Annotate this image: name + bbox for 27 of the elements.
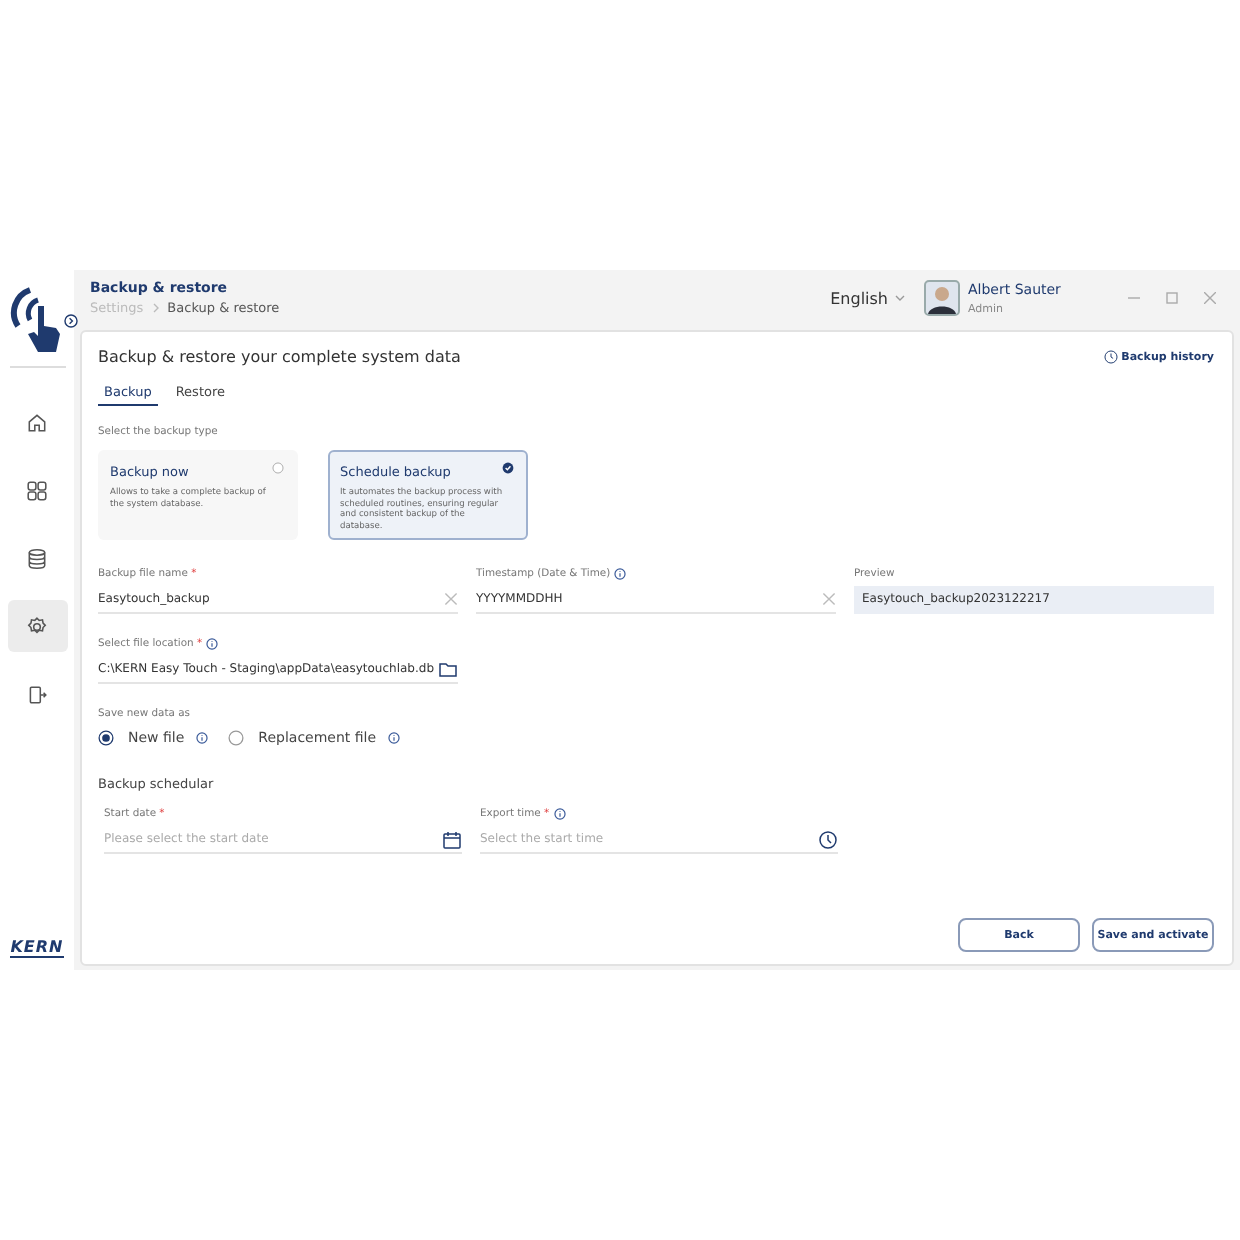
grid-icon xyxy=(26,479,48,501)
radio-icon xyxy=(272,462,284,474)
language-select[interactable]: English xyxy=(830,289,906,307)
avatar-icon xyxy=(924,280,960,316)
caret-icon xyxy=(894,294,906,302)
expand-icon[interactable] xyxy=(64,314,78,328)
check-circle-icon xyxy=(502,462,514,474)
chevron-icon xyxy=(151,302,160,314)
home-icon xyxy=(26,411,48,433)
clock-icon[interactable] xyxy=(818,829,838,849)
logout-icon xyxy=(26,683,48,705)
radio-icon[interactable] xyxy=(98,730,114,746)
clock-icon xyxy=(1103,350,1118,364)
database-icon xyxy=(26,547,48,569)
info-icon[interactable] xyxy=(388,732,401,744)
folder-icon[interactable] xyxy=(438,660,458,678)
calendar-icon[interactable] xyxy=(442,829,462,849)
card-title: Backup & restore your complete system data xyxy=(98,348,461,366)
hand-logo-icon xyxy=(9,282,65,354)
info-icon[interactable] xyxy=(196,732,209,744)
info-icon[interactable] xyxy=(614,568,627,580)
info-icon[interactable] xyxy=(206,638,219,650)
brand-logo: KERN xyxy=(10,938,64,958)
nav-button[interactable] xyxy=(7,600,67,652)
radio-icon[interactable] xyxy=(228,730,245,746)
settings-icon xyxy=(26,615,48,637)
info-icon[interactable] xyxy=(553,808,566,820)
